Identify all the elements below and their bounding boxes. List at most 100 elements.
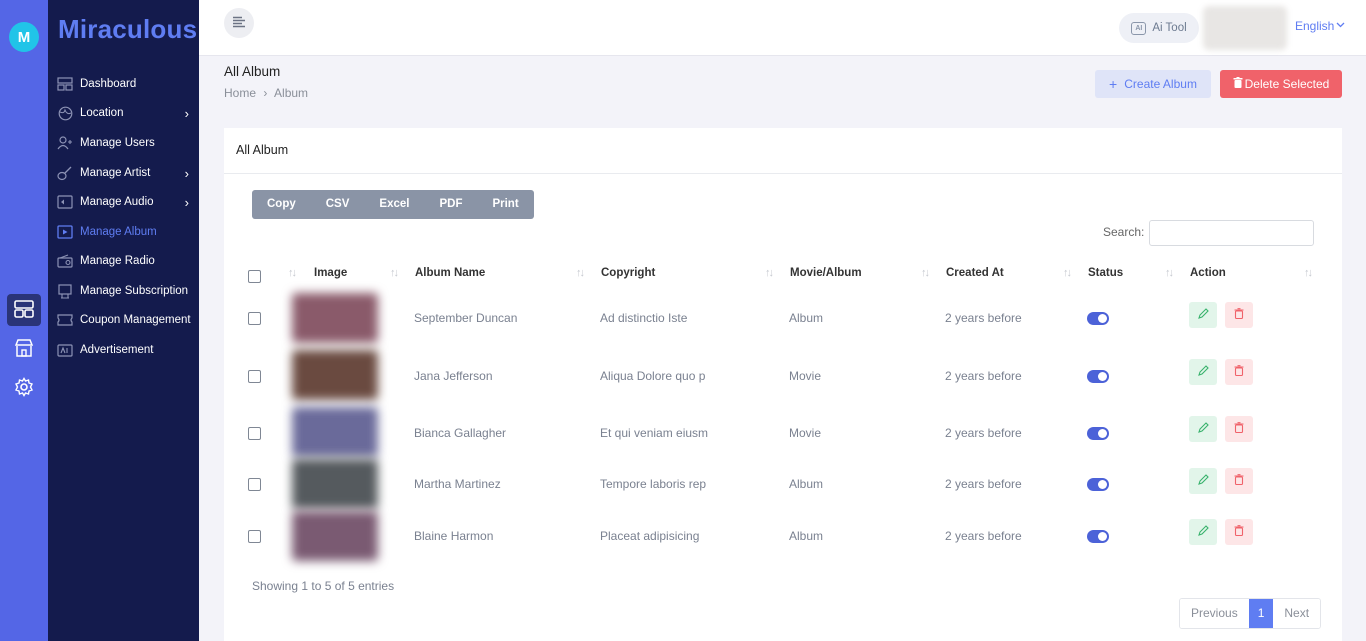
column-header-created-at[interactable]: Created At — [946, 267, 1004, 279]
column-header-action[interactable]: Action — [1190, 267, 1226, 279]
album-name: Jana Jefferson — [414, 369, 493, 383]
column-header-album-name[interactable]: Album Name — [415, 267, 485, 279]
sidebar-item-manage-audio[interactable]: Manage Audio › — [48, 191, 199, 213]
sidebar-item-manage-users[interactable]: Manage Users — [48, 132, 199, 154]
sidebar-item-dashboard[interactable]: Dashboard — [48, 73, 199, 95]
sort-icon[interactable]: ↑↓ — [1304, 267, 1313, 279]
brand-title[interactable]: Miraculous — [58, 14, 197, 45]
menu-icon — [232, 16, 246, 31]
ad-icon — [56, 342, 74, 358]
csv-button[interactable]: CSV — [311, 190, 365, 219]
breadcrumb-home-link[interactable]: Home — [224, 86, 256, 100]
menu-toggle-button[interactable] — [224, 8, 254, 38]
edit-button[interactable] — [1189, 359, 1217, 385]
chevron-down-icon — [1334, 19, 1345, 33]
search-input[interactable] — [1149, 220, 1314, 246]
album-thumbnail — [292, 511, 378, 561]
row-checkbox[interactable] — [248, 530, 261, 543]
sort-icon[interactable]: ↑↓ — [765, 267, 774, 279]
trash-icon — [1234, 365, 1244, 379]
row-checkbox[interactable] — [248, 312, 261, 325]
pencil-icon — [1197, 365, 1209, 379]
ai-chip-icon: AI — [1131, 21, 1147, 35]
sort-icon[interactable]: ↑↓ — [921, 267, 930, 279]
speaker-icon — [56, 194, 74, 210]
app-logo-badge[interactable]: M — [9, 22, 39, 52]
sidebar-item-manage-radio[interactable]: Manage Radio — [48, 250, 199, 272]
next-page-button[interactable]: Next — [1273, 599, 1321, 628]
row-checkbox[interactable] — [248, 478, 261, 491]
delete-button[interactable] — [1225, 416, 1253, 442]
edit-button[interactable] — [1189, 468, 1217, 494]
edit-button[interactable] — [1189, 519, 1217, 545]
row-checkbox[interactable] — [248, 427, 261, 440]
status-toggle[interactable] — [1087, 427, 1109, 440]
page-1-button[interactable]: 1 — [1248, 599, 1274, 628]
previous-page-button[interactable]: Previous — [1180, 599, 1249, 628]
search-label: Search: — [1103, 225, 1145, 239]
column-header-image[interactable]: Image — [314, 267, 347, 279]
breadcrumb-current: Album — [274, 86, 309, 100]
dashboard-icon — [56, 76, 74, 92]
coupon-icon — [56, 312, 74, 328]
sidebar-item-label: Manage Users — [80, 137, 155, 149]
edit-button[interactable] — [1189, 302, 1217, 328]
sidebar-item-advertisement[interactable]: Advertisement — [48, 339, 199, 361]
sidebar-item-label: Advertisement — [80, 344, 154, 356]
card-header: All Album — [224, 128, 1342, 174]
sidebar-item-manage-album[interactable]: Manage Album — [48, 221, 199, 243]
select-all-checkbox[interactable] — [248, 270, 261, 283]
status-toggle[interactable] — [1087, 530, 1109, 543]
rail-dashboard-button[interactable] — [7, 294, 41, 326]
delete-selected-label: Delete Selected — [1244, 77, 1330, 91]
album-created-at: 2 years before — [945, 529, 1022, 543]
column-header-movie-album[interactable]: Movie/Album — [790, 267, 862, 279]
album-thumbnail — [292, 350, 378, 400]
copy-button[interactable]: Copy — [252, 190, 311, 219]
sidebar: Miraculous Dashboard Location › Manage U… — [48, 0, 199, 641]
table-info-text: Showing 1 to 5 of 5 entries — [252, 579, 395, 593]
row-checkbox[interactable] — [248, 370, 261, 383]
language-selector[interactable]: English — [1295, 19, 1345, 33]
sidebar-item-manage-artist[interactable]: Manage Artist › — [48, 162, 199, 184]
pdf-button[interactable]: PDF — [424, 190, 477, 219]
rail-store-button[interactable] — [7, 333, 41, 365]
print-button[interactable]: Print — [477, 190, 533, 219]
sort-icon[interactable]: ↑↓ — [1165, 267, 1174, 279]
sort-icon[interactable]: ↑↓ — [1063, 267, 1072, 279]
album-thumbnail — [292, 293, 378, 343]
chevron-right-icon: › — [184, 106, 189, 121]
topbar: AI Ai Tool English — [199, 0, 1366, 56]
status-toggle[interactable] — [1087, 478, 1109, 491]
excel-button[interactable]: Excel — [364, 190, 424, 219]
sort-icon[interactable]: ↑↓ — [390, 267, 399, 279]
sort-icon[interactable]: ↑↓ — [576, 267, 585, 279]
user-avatar[interactable] — [1203, 6, 1287, 50]
sidebar-item-manage-subscription[interactable]: Manage Subscription — [48, 280, 199, 302]
column-header-copyright[interactable]: Copyright — [601, 267, 655, 279]
card-title: All Album — [236, 143, 289, 157]
create-album-button[interactable]: + Create Album — [1095, 70, 1211, 98]
ai-tool-button[interactable]: AI Ai Tool — [1119, 13, 1199, 43]
delete-selected-button[interactable]: Delete Selected — [1220, 70, 1342, 98]
album-type: Album — [789, 529, 824, 543]
delete-button[interactable] — [1225, 519, 1253, 545]
album-name: Bianca Gallagher — [414, 426, 507, 440]
subscription-icon — [56, 283, 74, 299]
column-header-status[interactable]: Status — [1088, 267, 1123, 279]
album-created-at: 2 years before — [945, 369, 1022, 383]
sidebar-item-coupon-management[interactable]: Coupon Management — [48, 309, 199, 331]
trash-icon — [1233, 77, 1243, 91]
delete-button[interactable] — [1225, 302, 1253, 328]
edit-button[interactable] — [1189, 416, 1217, 442]
status-toggle[interactable] — [1087, 370, 1109, 383]
album-copyright: Ad distinctio Iste — [600, 311, 688, 325]
plus-icon: + — [1109, 76, 1118, 92]
album-created-at: 2 years before — [945, 477, 1022, 491]
sidebar-item-location[interactable]: Location › — [48, 102, 199, 124]
status-toggle[interactable] — [1087, 312, 1109, 325]
delete-button[interactable] — [1225, 359, 1253, 385]
delete-button[interactable] — [1225, 468, 1253, 494]
rail-settings-button[interactable] — [7, 372, 41, 404]
sort-icon[interactable]: ↑↓ — [288, 267, 297, 279]
